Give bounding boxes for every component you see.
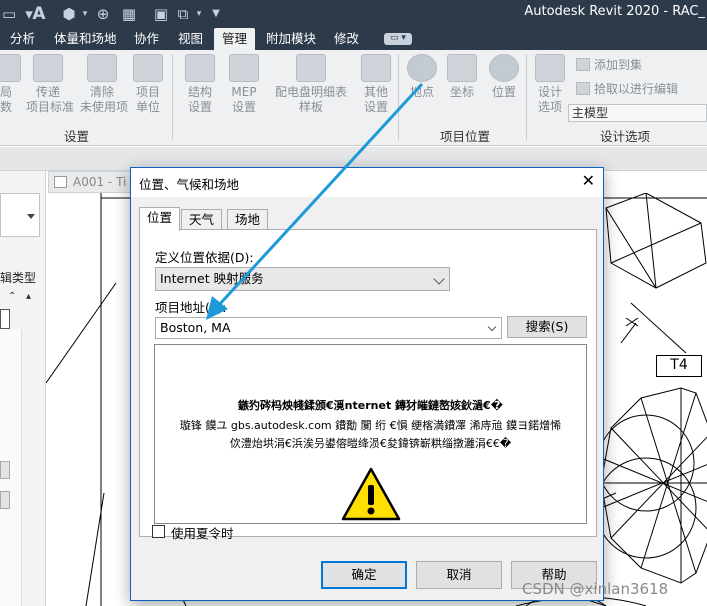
grid-icon[interactable]: ▦ xyxy=(120,4,138,24)
scroll-up-icon[interactable]: ▴ xyxy=(26,291,31,302)
ribbon-button-position[interactable]: 位置 xyxy=(482,54,526,100)
property-cell[interactable] xyxy=(0,461,10,479)
tab-site[interactable]: 场地 xyxy=(227,209,269,230)
tab-modify[interactable]: 修改 xyxy=(326,28,367,50)
wrench-icon xyxy=(361,54,391,82)
chevron-down-icon xyxy=(27,214,35,219)
ribbon-tab-bar: 分析 体量和场地 协作 视图 管理 附加模块 修改 ▭ ▾ xyxy=(0,28,707,50)
switch-windows-icon[interactable]: ⧉ xyxy=(174,4,192,24)
add-to-set-icon xyxy=(576,58,590,71)
chevron-down-icon[interactable] xyxy=(487,322,497,332)
tab-location[interactable]: 位置 xyxy=(139,207,181,231)
pick-to-edit-icon xyxy=(576,82,590,95)
add-to-set-button[interactable]: 添加到集 xyxy=(576,56,642,73)
close-icon[interactable]: ✕ xyxy=(582,171,595,191)
ribbon-button-coordinates[interactable]: 坐标 xyxy=(440,54,484,100)
sheet-icon xyxy=(54,176,67,188)
chevron-down-icon xyxy=(433,273,445,285)
map-error-message: 佽澧炲垬涓€浜涘叧鍙傛暟绛涢€夋鍏锛嶄粠缁撴灉涓€€� xyxy=(229,437,512,450)
ribbon-button-project-units[interactable]: 项目 单位 xyxy=(126,54,170,115)
ribbon-button-snaps[interactable]: 局 数 xyxy=(0,54,28,115)
structural-settings-icon xyxy=(185,54,215,82)
map-error-message: 鏃犳硶杩炴帴鍒颁€漞nternet 鏄犲皠鏈嶅姟鈥濄€� xyxy=(238,399,503,412)
ribbon-button-transfer-standards[interactable]: 传递 项目标准 xyxy=(26,54,74,115)
collapse-icon[interactable]: ⌃ xyxy=(8,291,16,302)
coordinates-icon xyxy=(447,54,477,82)
tag-icon[interactable]: ⊕ xyxy=(94,4,112,24)
property-cell[interactable] xyxy=(0,309,10,329)
separator xyxy=(526,54,527,140)
ok-button[interactable]: 确定 xyxy=(321,561,407,589)
map-error-message: 璇锋 鏌ユ gbs.autodesk.com 鐨勪 闃 绗 €愪 绠楁満鐨凙 浠… xyxy=(179,419,562,432)
panel-toggle-icon[interactable]: ▭ ▾ xyxy=(384,33,412,45)
daylight-saving-label[interactable]: 使用夏令时 xyxy=(171,523,234,542)
ribbon-button-structural-settings[interactable]: 结构 设置 xyxy=(178,54,222,115)
view-tag-t4[interactable]: T4 xyxy=(656,355,702,377)
ribbon-button-design-options[interactable]: 设计 选项 xyxy=(528,54,572,115)
panel-schedule-icon xyxy=(296,54,326,82)
define-location-by-select[interactable]: Internet 映射服务 xyxy=(155,267,450,291)
watermark: CSDN @xinlan3618 xyxy=(522,580,669,598)
group-label-design-options: 设计选项 xyxy=(600,129,651,144)
text-A-icon[interactable]: A xyxy=(30,4,48,24)
project-address-field[interactable]: Boston, MA xyxy=(155,317,502,339)
map-view[interactable]: 鏃犳硶杩炴帴鍒颁€漞nternet 鏄犲皠鏈嶅姟鈥濄€� 璇锋 鏌ユ gbs.a… xyxy=(154,344,587,524)
main-model-select[interactable]: 主模型 xyxy=(568,104,707,122)
open-icon[interactable]: ▭ xyxy=(2,4,16,24)
purge-icon xyxy=(87,54,117,82)
location-tab-pane: 定义位置依据(D): Internet 映射服务 项目地址(P): Boston… xyxy=(139,229,597,537)
location-weather-site-dialog: 位置、气候和场地 ✕ 位置 天气 场地 定义位置依据(D): Internet … xyxy=(130,167,604,601)
cancel-button[interactable]: 取消 xyxy=(416,561,502,589)
group-label-project-location: 项目位置 xyxy=(440,129,491,144)
ribbon-button-panel-schedule-templates[interactable]: 配电盘明细表 样板 xyxy=(272,54,350,115)
group-label-settings: 设置 xyxy=(64,129,90,144)
tab-massing-site[interactable]: 体量和场地 xyxy=(46,28,125,50)
design-options-icon xyxy=(535,54,565,82)
search-button[interactable]: 搜索(S) xyxy=(507,316,587,338)
tab-manage[interactable]: 管理 xyxy=(214,28,256,50)
properties-panel: 辑类型 ⌃ ▴ xyxy=(0,171,46,606)
customize-dropdown-icon[interactable]: ▼ xyxy=(210,4,222,24)
define-location-by-label: 定义位置依据(D): xyxy=(155,250,254,265)
warning-icon xyxy=(341,467,401,521)
project-address-label: 项目地址(P): xyxy=(155,300,227,315)
separator xyxy=(398,54,399,140)
tab-analyze[interactable]: 分析 xyxy=(2,28,43,50)
window-title: Autodesk Revit 2020 - RAC_ xyxy=(524,4,705,19)
transfer-standards-icon xyxy=(33,54,63,82)
tab-weather[interactable]: 天气 xyxy=(181,209,223,230)
ribbon-panel: 局 数 传递 项目标准 清除 未使用项 项目 单位 结构 设置 MEP 设置 配… xyxy=(0,50,707,146)
tab-collaborate[interactable]: 协作 xyxy=(126,28,167,50)
ribbon-button-purge-unused[interactable]: 清除 未使用项 xyxy=(80,54,128,115)
separator xyxy=(172,54,173,140)
daylight-saving-checkbox[interactable] xyxy=(152,525,165,538)
type-selector[interactable] xyxy=(0,193,40,237)
3d-view-icon[interactable]: ⬢ xyxy=(60,4,78,24)
tab-view[interactable]: 视图 xyxy=(170,28,211,50)
ribbon-button-additional-settings[interactable]: 其他 设置 xyxy=(354,54,398,115)
dialog-title-bar[interactable]: 位置、气候和场地 ✕ xyxy=(131,168,603,197)
edit-type-button[interactable]: 辑类型 xyxy=(0,269,36,286)
window-icon[interactable]: ▣ xyxy=(152,4,170,24)
title-bar: ▭ ▾ A ⬢ ▾ ⊕ ▦ ▣ ⧉ ▾ ▼ Autodesk Revit 202… xyxy=(0,0,707,28)
dialog-title: 位置、气候和场地 xyxy=(139,177,240,192)
project-units-icon xyxy=(133,54,163,82)
tab-add-ins[interactable]: 附加模块 xyxy=(258,28,324,50)
globe-icon xyxy=(407,54,437,82)
pick-to-edit-button[interactable]: 拾取以进行编辑 xyxy=(576,80,678,97)
snaps-icon xyxy=(0,54,21,82)
chevron-down-icon[interactable]: ▾ xyxy=(80,4,90,24)
mep-settings-icon xyxy=(229,54,259,82)
property-cell[interactable] xyxy=(0,491,10,509)
view-tab-a001[interactable]: A001 - Ti xyxy=(48,171,138,193)
position-icon xyxy=(489,54,519,82)
ribbon-button-mep-settings[interactable]: MEP 设置 xyxy=(222,54,266,115)
chevron-down-icon[interactable]: ▾ xyxy=(194,4,204,24)
ribbon-button-location[interactable]: 地点 xyxy=(400,54,444,100)
